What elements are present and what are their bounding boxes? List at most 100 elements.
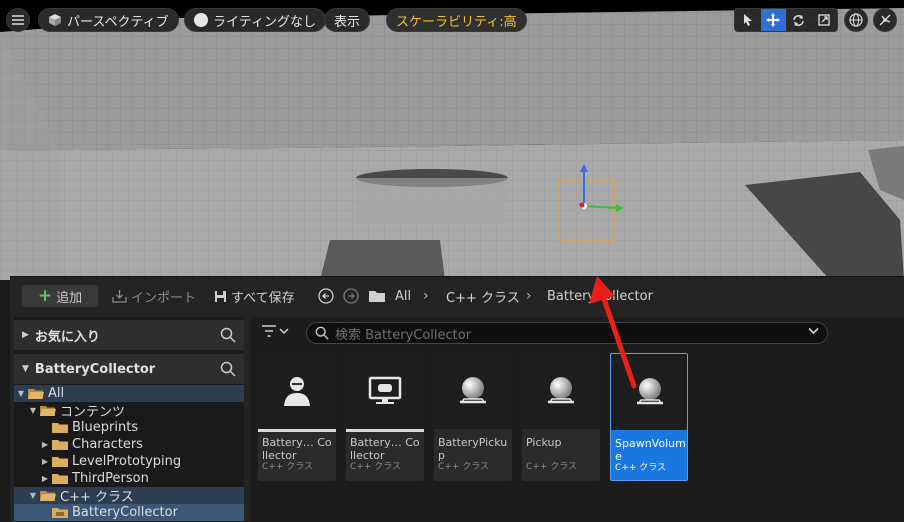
asset-type: C++ クラス — [262, 462, 314, 472]
actor-icon — [548, 377, 574, 404]
search-icon — [315, 326, 329, 340]
viewport-scene — [0, 0, 904, 280]
plus-icon: + — [37, 285, 53, 306]
folder-icon[interactable] — [368, 285, 386, 307]
chevron-right-icon: › — [423, 288, 429, 304]
tree-item-label: BatteryCollector — [72, 505, 178, 520]
filter-button[interactable] — [262, 325, 289, 337]
asset-tile-battery-collector-gamemode[interactable]: Battery… Collector C++ クラス — [346, 353, 424, 481]
tree-item-third-person[interactable]: ▶ ThirdPerson — [14, 470, 244, 487]
tree-item-blueprints[interactable]: Blueprints — [14, 419, 244, 436]
sphere-icon — [194, 13, 208, 27]
transform-tools — [734, 8, 838, 32]
snap-icon[interactable] — [873, 8, 897, 32]
perspective-button[interactable]: パースペクティブ — [38, 8, 179, 32]
cpp-folder-icon — [52, 507, 68, 518]
asset-type: C++ クラス — [615, 463, 667, 473]
move-icon[interactable] — [760, 9, 786, 31]
folder-icon — [52, 456, 68, 467]
level-viewport[interactable]: パースペクティブ ライティングなし 表示 スケーラビリティ:高 — [0, 0, 904, 280]
favorites-label: お気に入り — [34, 329, 100, 345]
tree-item-label: All — [48, 386, 65, 401]
chevron-down-icon: ▼ — [29, 491, 37, 500]
asset-tile-battery-collector-character[interactable]: Battery… Collector C++ クラス — [258, 353, 336, 481]
scalability-button[interactable]: スケーラビリティ:高 — [386, 8, 527, 32]
asset-tile-pickup[interactable]: Pickup C++ クラス — [522, 353, 600, 481]
add-label: 追加 — [56, 290, 83, 306]
search-icon[interactable] — [220, 361, 236, 377]
gamemode-icon — [368, 376, 402, 404]
add-button[interactable]: + 追加 — [22, 285, 98, 307]
content-browser-toolbar: + 追加 インポート すべて保存 All › C++ クラス › Battery… — [10, 277, 904, 315]
tree-item-label: C++ クラス — [60, 490, 134, 505]
chevron-down-icon — [279, 328, 289, 335]
chevron-right-icon: ▶ — [41, 474, 49, 483]
folder-open-icon — [40, 490, 56, 501]
favorites-header[interactable]: ▶ お気に入り — [14, 320, 244, 350]
project-header[interactable]: ▼ BatteryCollector — [14, 354, 244, 384]
content-browser: + 追加 インポート すべて保存 All › C++ クラス › Battery… — [10, 276, 904, 522]
tree-item-content[interactable]: ▼ コンテンツ — [14, 402, 244, 420]
folder-icon — [52, 422, 68, 433]
history-forward-button[interactable] — [343, 285, 359, 307]
globe-icon[interactable] — [844, 8, 868, 32]
save-icon — [215, 290, 226, 302]
lighting-button[interactable]: ライティングなし — [184, 8, 326, 32]
cube-icon — [49, 14, 61, 26]
editor-window: パースペクティブ ライティングなし 表示 スケーラビリティ:高 + 追加 インポ… — [0, 0, 904, 522]
asset-thumbnail — [522, 353, 600, 429]
history-back-button[interactable] — [318, 285, 334, 307]
asset-type: C++ クラス — [350, 462, 402, 472]
tree-item-level-prototyping[interactable]: ▶ LevelPrototyping — [14, 453, 244, 470]
asset-tile-spawn-volume[interactable]: SpawnVolume C++ クラス — [610, 353, 688, 481]
save-all-label: すべて保存 — [231, 290, 295, 306]
tree-item-characters[interactable]: ▶ Characters — [14, 436, 244, 453]
show-label: 表示 — [334, 14, 361, 30]
breadcrumb-cpp-classes[interactable]: C++ クラス — [446, 285, 520, 307]
select-icon[interactable] — [735, 9, 761, 31]
actor-icon — [637, 378, 663, 405]
folder-icon — [52, 439, 68, 450]
sources-panel: ▶ お気に入り ▼ BatteryCollector ▼ All ▼ コンテンツ — [14, 317, 244, 522]
scalability-label: スケーラビリティ:高 — [396, 14, 517, 30]
filter-icon — [262, 325, 276, 337]
asset-type: C++ クラス — [438, 462, 490, 472]
folder-open-icon — [28, 388, 44, 399]
scale-icon[interactable] — [812, 9, 838, 31]
chevron-right-icon: ▶ — [41, 440, 49, 449]
back-arrow-icon — [318, 288, 334, 304]
forward-arrow-icon — [343, 288, 359, 304]
character-icon — [284, 377, 310, 406]
chevron-down-icon: ▼ — [29, 406, 37, 415]
tree-item-label: Characters — [72, 437, 143, 452]
import-button[interactable]: インポート — [112, 285, 196, 307]
breadcrumb-battery-collector[interactable]: BatteryCollector — [547, 285, 653, 307]
asset-tile-battery-pickup[interactable]: BatteryPickup C++ クラス — [434, 353, 512, 481]
chevron-right-icon: ▶ — [22, 330, 29, 340]
search-placeholder: 検索 BatteryCollector — [335, 327, 472, 343]
rotate-icon[interactable] — [786, 9, 812, 31]
asset-thumbnail — [611, 354, 687, 430]
save-all-button[interactable]: すべて保存 — [214, 285, 295, 307]
tree-item-cpp-classes[interactable]: ▼ C++ クラス — [14, 487, 244, 505]
show-button[interactable]: 表示 — [324, 8, 371, 32]
chevron-down-icon[interactable] — [808, 325, 819, 338]
hamburger-icon[interactable] — [6, 8, 30, 32]
asset-thumbnail — [434, 353, 512, 429]
chevron-down-icon: ▼ — [22, 364, 29, 374]
tree-item-label: コンテンツ — [60, 405, 126, 420]
search-icon[interactable] — [220, 327, 236, 343]
import-label: インポート — [131, 290, 197, 306]
tree-item-label: Blueprints — [72, 420, 139, 435]
tree-item-label: LevelPrototyping — [72, 454, 182, 469]
asset-search-input[interactable]: 検索 BatteryCollector — [306, 322, 828, 344]
chevron-down-icon: ▼ — [17, 389, 25, 398]
import-icon — [112, 290, 127, 303]
viewport-toolbar: パースペクティブ ライティングなし 表示 スケーラビリティ:高 — [0, 8, 904, 34]
tree-item-all[interactable]: ▼ All — [14, 385, 244, 402]
asset-view: 検索 BatteryCollector Battery… Collector C… — [250, 317, 904, 522]
tree-item-battery-collector[interactable]: BatteryCollector — [14, 504, 244, 521]
actor-icon — [460, 377, 486, 404]
breadcrumb-all[interactable]: All — [395, 285, 411, 307]
lighting-label: ライティングなし — [213, 14, 316, 30]
